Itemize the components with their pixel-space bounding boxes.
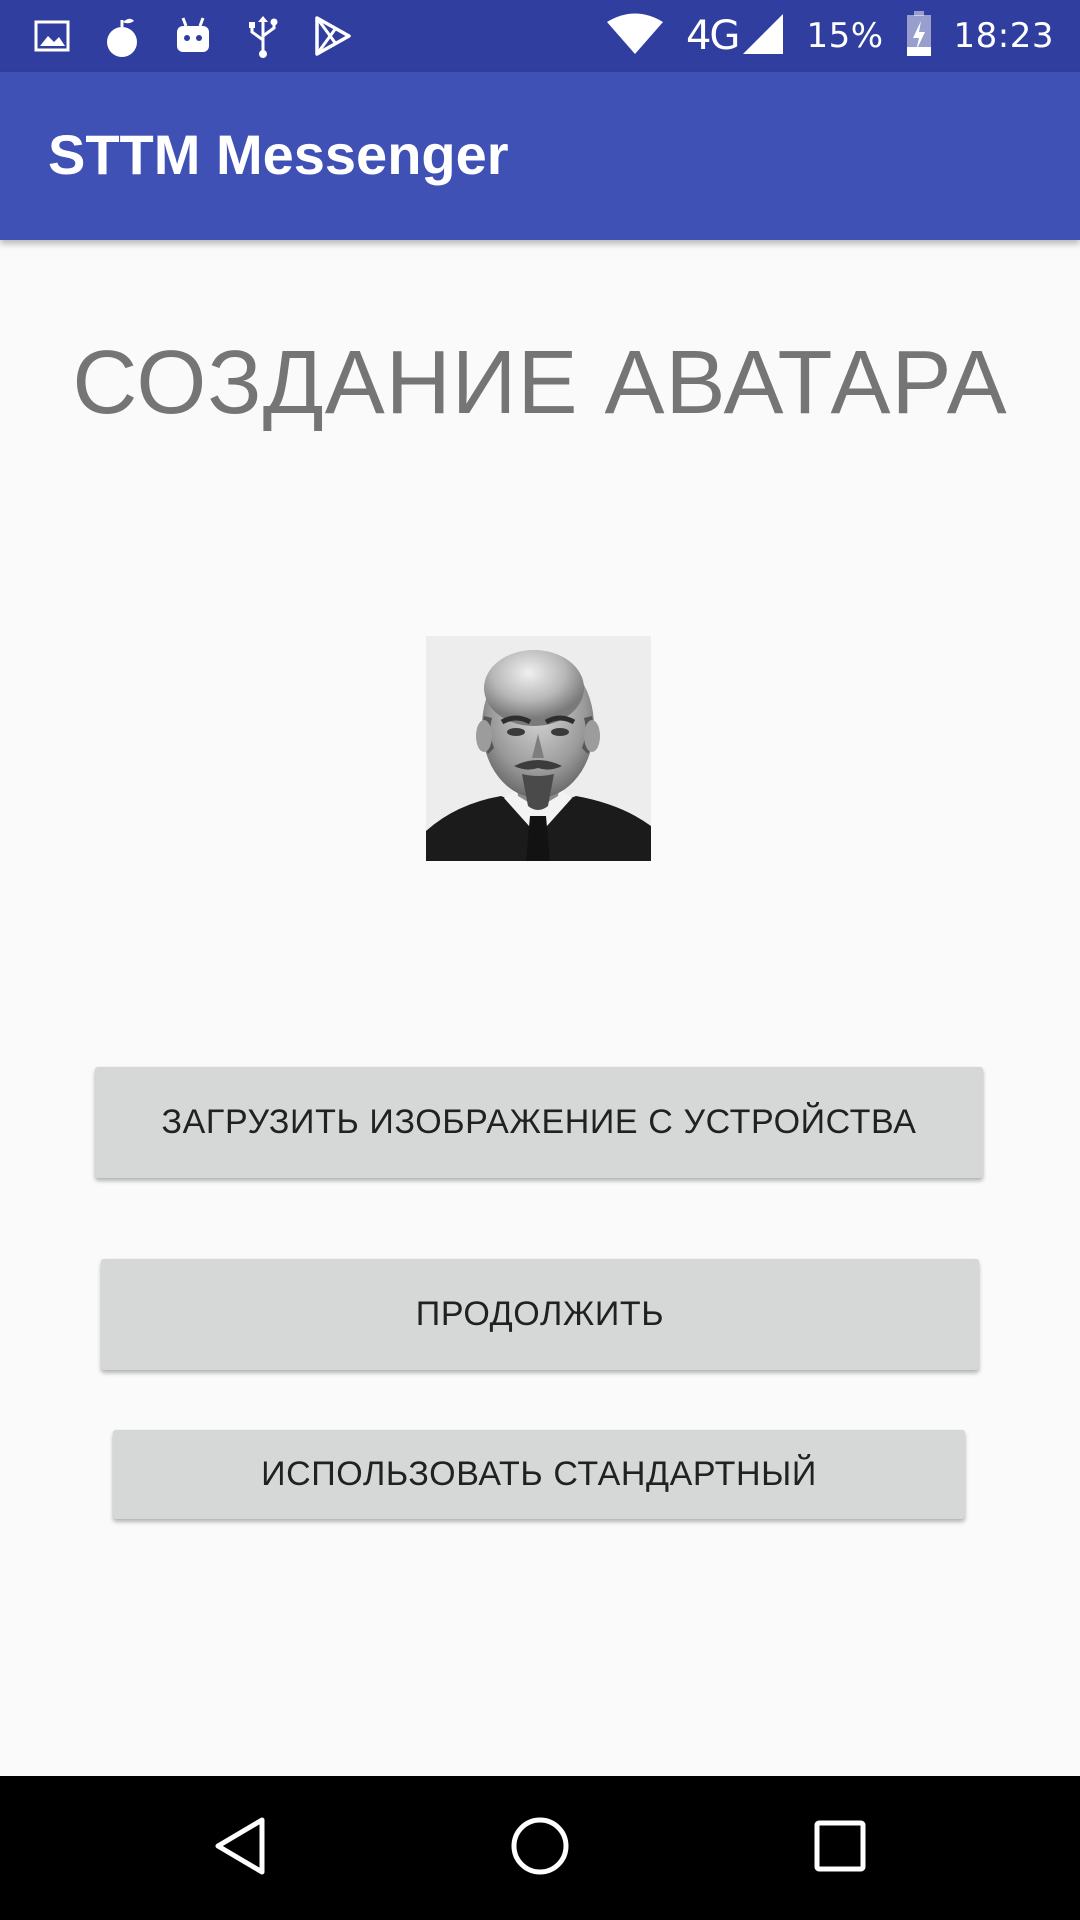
use-default-button[interactable]: ИСПОЛЬЗОВАТЬ СТАНДАРТНЫЙ — [113, 1430, 965, 1519]
page-title: СОЗДАНИЕ АВАТАРА — [72, 333, 1008, 433]
app-title: STTM Messenger — [48, 123, 509, 186]
cellular-indicator: 4G — [686, 13, 784, 59]
use-default-label: ИСПОЛЬЗОВАТЬ СТАНДАРТНЫЙ — [261, 1455, 817, 1493]
upload-from-device-label: ЗАГРУЗИТЬ ИЗОБРАЖЕНИЕ С УСТРОЙСТВА — [161, 1103, 917, 1141]
app-bar: STTM Messenger — [0, 72, 1080, 240]
battery-percent: 15% — [806, 16, 884, 56]
status-bar: 4G 15% 18:23 — [0, 0, 1080, 72]
network-type: 4G — [685, 13, 740, 59]
recent-apps-button[interactable] — [790, 1798, 890, 1898]
home-icon — [510, 1816, 570, 1880]
back-button[interactable] — [190, 1798, 290, 1898]
signal-icon — [742, 13, 784, 59]
navigation-bar — [0, 1776, 1080, 1920]
image-icon — [34, 20, 70, 52]
continue-label: ПРОДОЛЖИТЬ — [415, 1295, 665, 1333]
android-icon — [174, 16, 212, 56]
notification-icons — [34, 14, 352, 58]
fruit-icon — [104, 14, 140, 58]
home-button[interactable] — [490, 1798, 590, 1898]
recent-apps-icon — [814, 1820, 866, 1876]
battery-charging-icon — [906, 11, 932, 61]
system-indicators: 4G 15% 18:23 — [606, 10, 1054, 62]
upload-from-device-button[interactable]: ЗАГРУЗИТЬ ИЗОБРАЖЕНИЕ С УСТРОЙСТВА — [95, 1067, 983, 1178]
avatar-image[interactable] — [426, 636, 651, 861]
screen: 4G 15% 18:23 STTM Messenger СОЗДАНИЕ АВА… — [0, 0, 1080, 1920]
play-store-icon — [314, 16, 352, 56]
usb-icon — [246, 14, 280, 58]
clock: 18:23 — [953, 16, 1054, 56]
wifi-icon — [606, 13, 664, 59]
back-icon — [212, 1816, 268, 1880]
continue-button[interactable]: ПРОДОЛЖИТЬ — [101, 1259, 979, 1370]
